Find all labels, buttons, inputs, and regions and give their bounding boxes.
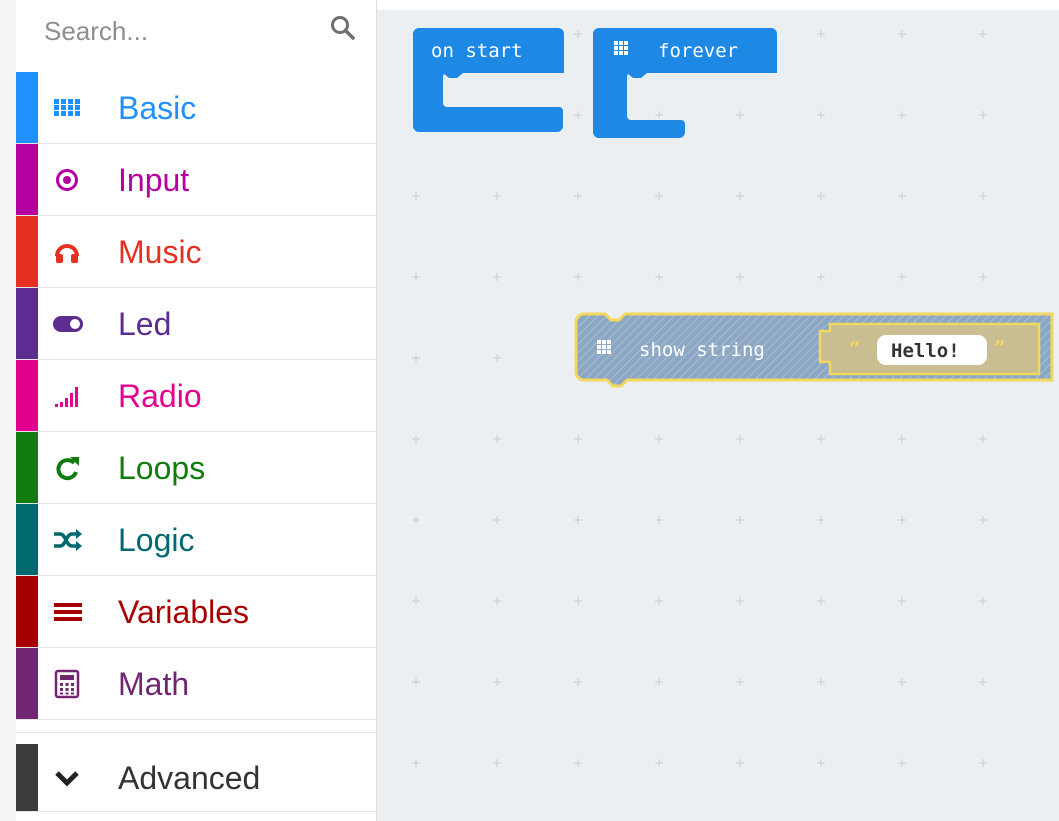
- category-label: Input: [118, 162, 190, 198]
- on-start-label: on start: [431, 40, 523, 62]
- forever-block[interactable]: forever: [593, 28, 777, 138]
- string-value-text: Hello!: [891, 340, 960, 362]
- category-color-bar: [16, 288, 38, 359]
- category-color-bar: [16, 216, 38, 287]
- category-radio[interactable]: Radio: [16, 360, 376, 432]
- search-input[interactable]: [16, 0, 316, 62]
- forever-label: forever: [658, 40, 738, 62]
- category-input[interactable]: Input: [16, 144, 376, 216]
- category-color-bar: [16, 72, 38, 143]
- grid-icon: [614, 41, 628, 55]
- category-label: Variables: [118, 594, 250, 630]
- grid-icon: [54, 99, 80, 116]
- category-label: Led: [118, 306, 172, 342]
- category-label: Basic: [118, 90, 197, 126]
- chevron-down-icon: [55, 771, 79, 787]
- headphones-icon: [55, 244, 79, 263]
- category-led[interactable]: Led: [16, 288, 376, 360]
- refresh-icon: [56, 457, 79, 481]
- show-string-block[interactable]: show string “ Hello! ”: [574, 312, 1054, 388]
- category-color-bar: [16, 432, 38, 503]
- toolbox-search: [16, 0, 376, 72]
- close-quote: ”: [994, 336, 1006, 360]
- category-color-bar: [16, 744, 38, 811]
- blocks-workspace[interactable]: on start forever show string “ Hello! ”: [377, 10, 1059, 821]
- category-label: Loops: [118, 450, 206, 486]
- category-label: Logic: [118, 522, 195, 558]
- category-label: Music: [118, 234, 202, 270]
- category-color-bar: [16, 504, 38, 575]
- shuffle-icon: [54, 529, 82, 551]
- toggle-icon: [53, 316, 83, 332]
- calculator-icon: [54, 669, 80, 699]
- category-label: Advanced: [118, 760, 261, 796]
- category-color-bar: [16, 144, 38, 215]
- show-string-label: show string: [639, 339, 765, 361]
- category-separator: [16, 720, 376, 733]
- category-logic[interactable]: Logic: [16, 504, 376, 576]
- category-loops[interactable]: Loops: [16, 432, 376, 504]
- category-math[interactable]: Math: [16, 648, 376, 720]
- blocks-layer: on start forever show string “ Hello! ”: [413, 28, 1054, 388]
- category-label: Radio: [118, 378, 202, 414]
- sidebar-edge-strip: [0, 0, 16, 821]
- category-color-bar: [16, 576, 38, 647]
- grid-icon: [597, 340, 611, 354]
- search-icon[interactable]: [329, 14, 357, 42]
- on-start-block[interactable]: on start: [413, 28, 564, 132]
- list-icon: [54, 603, 82, 621]
- string-value-block[interactable]: “ Hello! ”: [818, 322, 1041, 376]
- category-basic[interactable]: Basic: [16, 72, 376, 144]
- category-color-bar: [16, 648, 38, 719]
- target-icon: [56, 169, 78, 191]
- open-quote: “: [849, 336, 861, 360]
- category-music[interactable]: Music: [16, 216, 376, 288]
- category-variables[interactable]: Variables: [16, 576, 376, 648]
- category-color-bar: [16, 360, 38, 431]
- signal-icon: [55, 387, 78, 407]
- category-label: Math: [118, 666, 190, 702]
- category-advanced[interactable]: Advanced: [16, 744, 376, 812]
- toolbox-sidebar: Basic Input Music Led: [0, 0, 377, 821]
